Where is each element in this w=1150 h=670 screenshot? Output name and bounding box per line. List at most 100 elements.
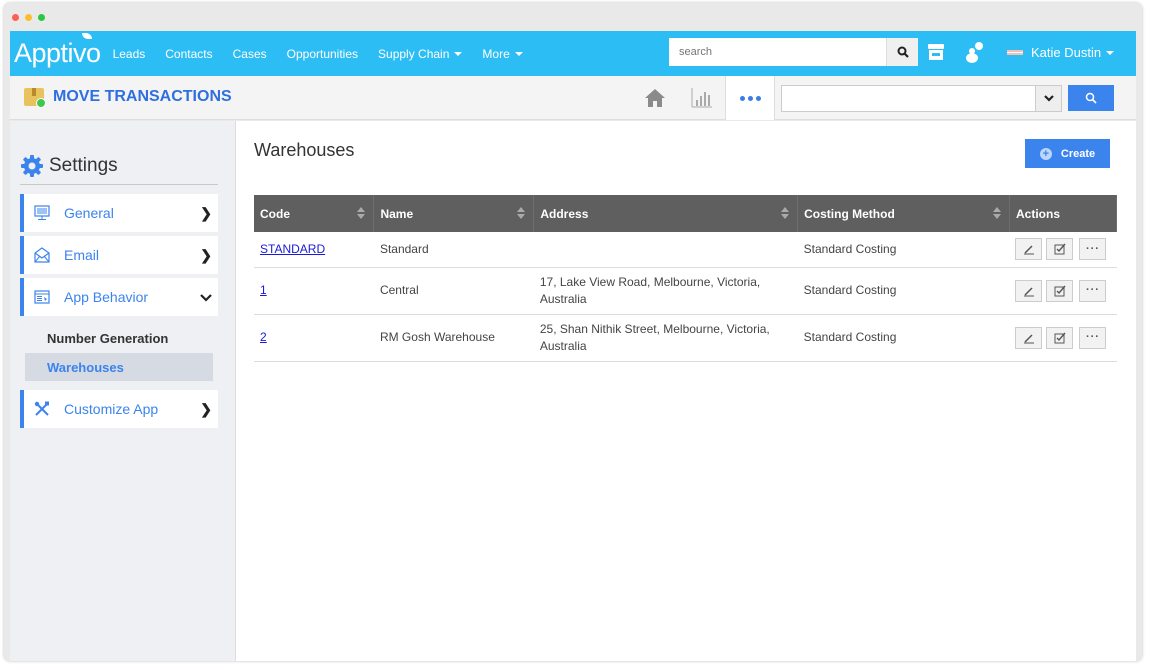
create-button[interactable]: + Create <box>1025 139 1110 168</box>
main-nav: Leads Contacts Cases Opportunities Suppl… <box>113 47 543 61</box>
nav-cases[interactable]: Cases <box>233 47 267 61</box>
more-options-tab[interactable] <box>725 76 775 120</box>
minimize-window-button[interactable] <box>25 14 32 21</box>
edit-button[interactable] <box>1015 279 1043 302</box>
edit-button[interactable] <box>1015 326 1043 349</box>
sidebar-item-label: Customize App <box>64 401 159 417</box>
nav-label: Opportunities <box>286 46 359 61</box>
module-toolbar: MOVE TRANSACTIONS <box>10 76 1136 120</box>
column-header-address[interactable]: Address <box>533 195 799 232</box>
more-button[interactable]: ··· <box>1079 279 1107 302</box>
page-title: Warehouses <box>254 140 355 160</box>
table-row: 1 Central 17, Lake View Road, Melbourne,… <box>254 267 1117 315</box>
plus-circle-icon: + <box>1039 147 1052 160</box>
people-icon[interactable] <box>965 41 985 68</box>
sidebar-subitem-warehouses[interactable]: Warehouses <box>25 353 213 381</box>
chevron-down-icon <box>1043 95 1054 102</box>
column-label: Code <box>260 206 290 221</box>
apptivo-logo[interactable]: Apptivo <box>14 33 101 69</box>
column-header-name[interactable]: Name <box>373 195 535 232</box>
sidebar-item-app-behavior[interactable]: App Behavior <box>20 278 218 316</box>
select-button[interactable] <box>1046 238 1074 261</box>
home-icon[interactable] <box>644 88 666 113</box>
sidebar-subitem-number-generation[interactable]: Number Generation <box>25 324 213 352</box>
checkbox-icon <box>1054 285 1066 296</box>
nav-contacts[interactable]: Contacts <box>165 47 212 61</box>
envelope-icon <box>34 247 50 263</box>
app-store-icon[interactable] <box>927 43 945 66</box>
sidebar-item-label: App Behavior <box>64 289 149 305</box>
nav-more[interactable]: More <box>482 47 523 61</box>
filter-search-button[interactable] <box>1068 85 1114 111</box>
maximize-window-button[interactable] <box>38 14 45 21</box>
sidebar-item-customize-app[interactable]: Customize App ❯ <box>20 390 218 428</box>
module-title-text: MOVE TRANSACTIONS <box>53 88 232 105</box>
warehouse-code-link[interactable]: STANDARD <box>260 242 325 256</box>
close-window-button[interactable] <box>12 14 19 21</box>
nav-opportunities[interactable]: Opportunities <box>287 47 358 61</box>
main-content: Warehouses + Create Code Name Address Co… <box>235 121 1136 661</box>
caret-down-icon <box>1106 50 1115 55</box>
warehouse-address <box>533 232 798 268</box>
warehouses-table: Code Name Address Costing Method Actions… <box>254 195 1118 362</box>
warehouse-code-link[interactable]: 2 <box>260 330 267 344</box>
checkbox-icon <box>1054 332 1066 343</box>
column-label: Costing Method <box>804 206 895 221</box>
column-header-code[interactable]: Code <box>254 195 375 232</box>
more-icon: ··· <box>1085 331 1100 343</box>
user-name: Katie Dustin <box>1031 45 1102 60</box>
filter-value <box>782 86 1035 111</box>
edit-button[interactable] <box>1015 238 1043 261</box>
edit-icon <box>1023 333 1034 343</box>
nav-label: Leads <box>112 46 146 61</box>
nav-supply-chain[interactable]: Supply Chain <box>378 46 463 61</box>
sidebar-item-general[interactable]: General ❯ <box>20 194 218 232</box>
sort-icon[interactable] <box>517 207 525 219</box>
caret-down-icon <box>454 51 463 56</box>
chevron-down-icon <box>200 289 212 305</box>
edit-icon <box>1023 245 1034 255</box>
create-label: Create <box>1060 147 1096 160</box>
global-search-input[interactable] <box>669 38 886 66</box>
dot-icon <box>747 95 753 101</box>
nav-leads[interactable]: Leads <box>113 47 146 61</box>
warehouse-code-link[interactable]: 1 <box>260 283 267 297</box>
user-menu[interactable]: Katie Dustin <box>1007 45 1115 60</box>
chevron-right-icon: ❯ <box>200 246 212 263</box>
top-navbar: Apptivo Leads Contacts Cases Opportuniti… <box>10 31 1136 76</box>
column-header-costing-method[interactable]: Costing Method <box>797 195 1010 232</box>
logo-text: Apptivo <box>14 38 101 68</box>
user-avatar <box>1007 50 1023 55</box>
warehouse-name: Central <box>373 267 534 315</box>
dot-icon <box>739 95 745 101</box>
column-label: Address <box>540 206 589 221</box>
sort-icon[interactable] <box>357 207 365 219</box>
nav-label: Contacts <box>165 46 213 61</box>
more-icon: ··· <box>1085 284 1100 296</box>
nav-label: Supply Chain <box>378 46 450 61</box>
column-label: Name <box>380 206 414 221</box>
reports-icon[interactable] <box>691 87 713 114</box>
settings-heading-text: Settings <box>49 155 118 176</box>
warehouse-name: RM Gosh Warehouse <box>373 314 534 362</box>
settings-heading: Settings <box>20 154 218 185</box>
warehouse-name: Standard <box>373 232 534 268</box>
search-icon <box>1085 92 1097 104</box>
filter-select[interactable] <box>781 85 1062 112</box>
sidebar-item-email[interactable]: Email ❯ <box>20 236 218 274</box>
sort-icon[interactable] <box>781 207 789 219</box>
window-controls <box>12 14 45 21</box>
filter-dropdown-button[interactable] <box>1035 86 1061 111</box>
more-button[interactable]: ··· <box>1079 238 1107 261</box>
select-button[interactable] <box>1046 279 1074 302</box>
sort-icon[interactable] <box>993 207 1001 219</box>
table-row: STANDARD Standard Standard Costing ··· <box>254 232 1117 268</box>
edit-icon <box>1023 286 1034 296</box>
warehouse-address: 17, Lake View Road, Melbourne, Victoria,… <box>533 267 798 315</box>
column-label: Actions <box>1015 206 1060 221</box>
global-search-button[interactable] <box>886 38 918 66</box>
gear-icon <box>21 155 43 177</box>
warehouse-costing-method: Standard Costing <box>797 232 1010 268</box>
more-button[interactable]: ··· <box>1079 326 1107 349</box>
select-button[interactable] <box>1046 326 1074 349</box>
